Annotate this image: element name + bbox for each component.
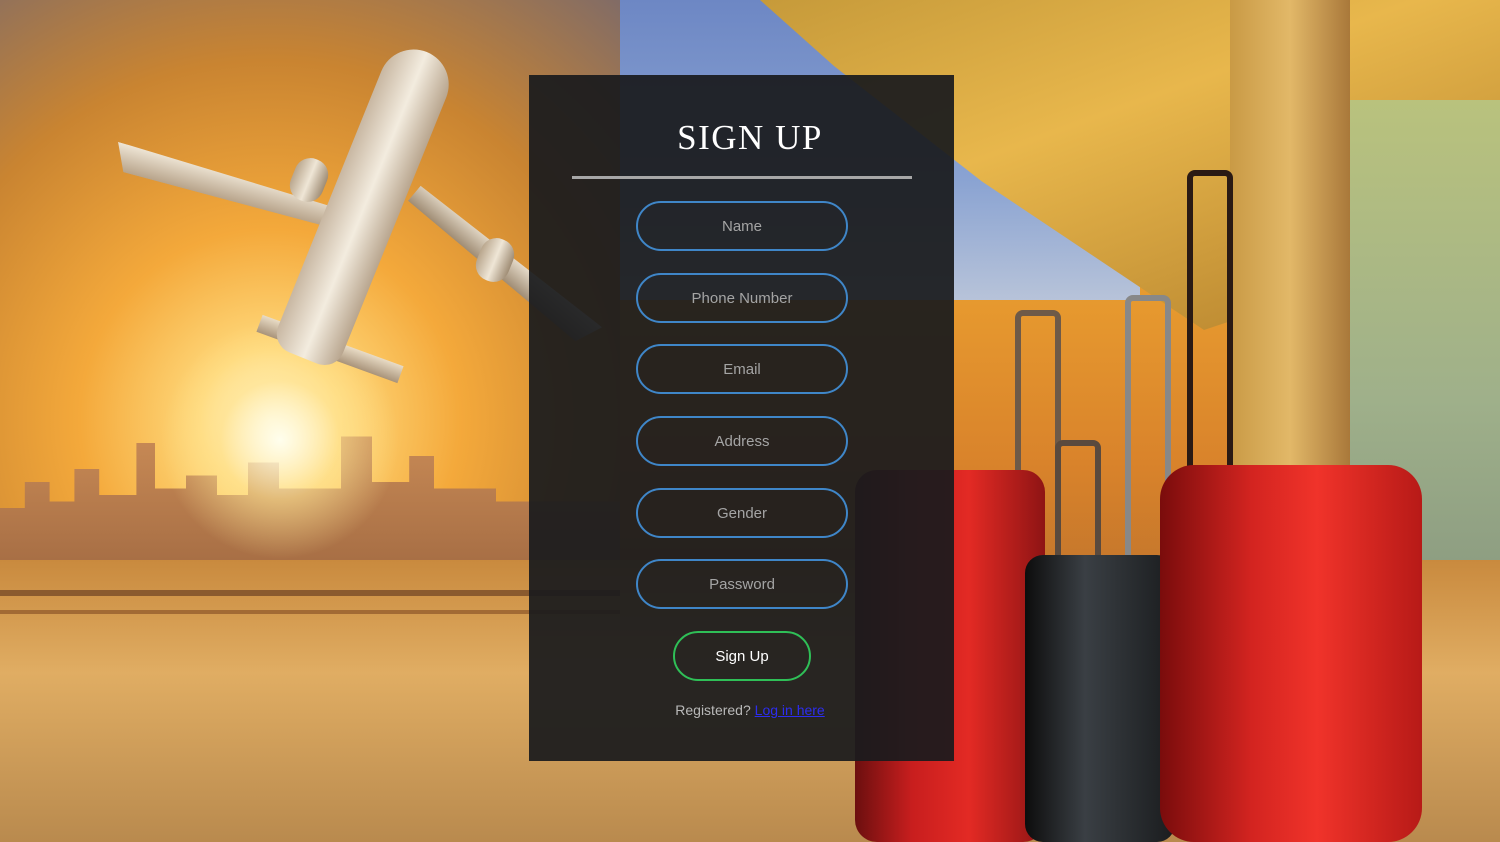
suitcase-handle (1055, 440, 1101, 566)
title-divider (572, 176, 912, 179)
page-title: SIGN UP (677, 118, 823, 157)
password-input[interactable] (636, 559, 848, 609)
suitcase-icon (1160, 465, 1422, 842)
phone-number-input[interactable] (636, 273, 848, 323)
suitcase-handle (1187, 170, 1233, 481)
suitcase-icon (1025, 555, 1175, 842)
name-input[interactable] (636, 201, 848, 251)
address-input[interactable] (636, 416, 848, 466)
signup-button[interactable]: Sign Up (673, 631, 811, 681)
login-link[interactable]: Log in here (755, 702, 825, 718)
railing-lower (0, 610, 620, 614)
railing (0, 590, 620, 596)
gender-input[interactable] (636, 488, 848, 538)
email-input[interactable] (636, 344, 848, 394)
login-prompt: Registered? Log in here (0, 702, 1500, 718)
registered-text: Registered? (675, 702, 751, 718)
